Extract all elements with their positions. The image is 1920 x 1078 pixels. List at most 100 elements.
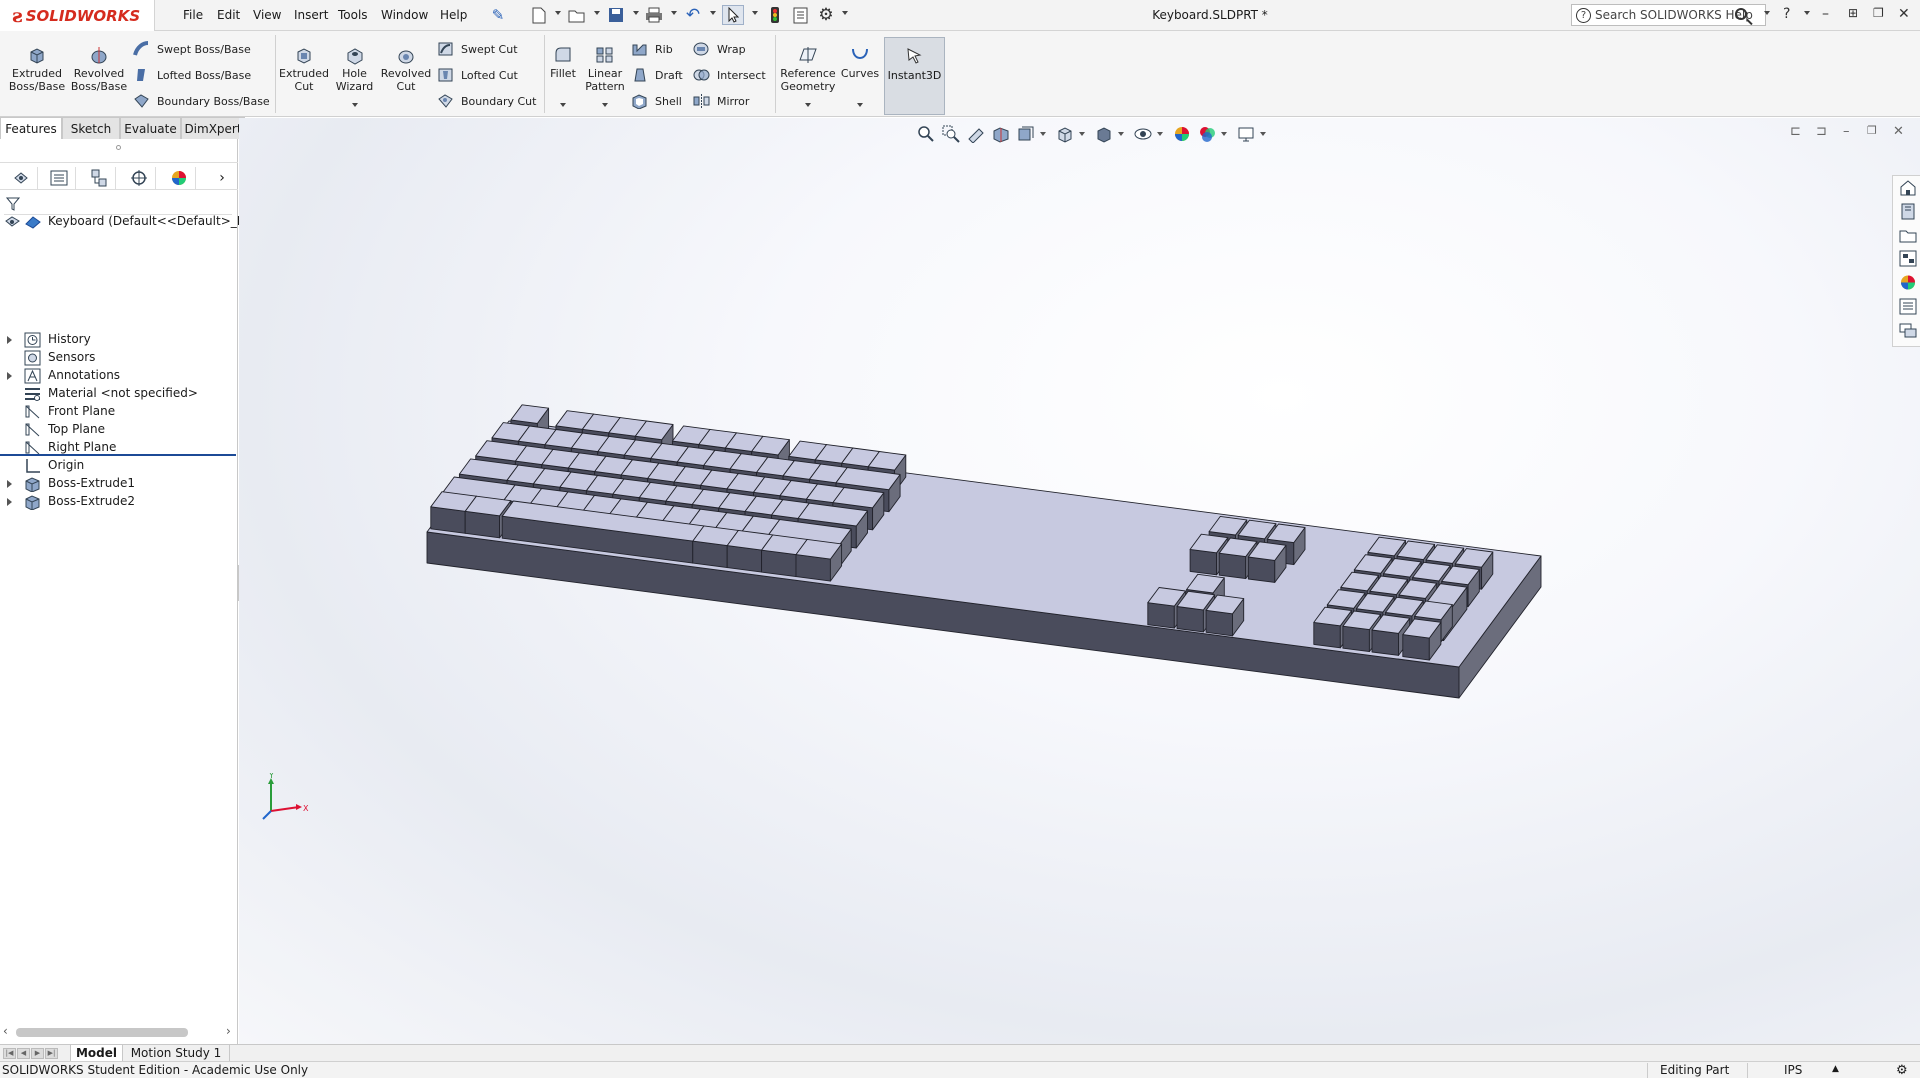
file-properties-icon[interactable] [789,5,811,25]
mirror-button[interactable]: Mirror [693,93,749,109]
scroll-left-icon[interactable]: ‹ [3,1024,8,1038]
viewport-collapse-left-icon[interactable]: ⊏ [1790,124,1801,139]
expand-arrow-icon[interactable] [7,372,12,380]
save-dropdown-icon[interactable] [633,11,639,15]
new-document-icon[interactable] [528,5,550,25]
extruded-boss-button[interactable]: Extruded Boss/Base [8,45,66,93]
tree-item-boss-extrude1[interactable]: Boss-Extrude1 [0,475,236,493]
design-library-icon[interactable] [1899,203,1917,220]
print-dropdown-icon[interactable] [671,11,677,15]
tab-motion-study-1[interactable]: Motion Study 1 [123,1045,230,1061]
rebuild-traffic-light-icon[interactable] [764,5,786,25]
shell-button[interactable]: Shell [631,93,682,109]
zoom-to-area-icon[interactable] [940,124,961,144]
scrollbar-thumb[interactable] [16,1028,188,1037]
tab-sketch[interactable]: Sketch [62,117,120,139]
graphics-area[interactable]: Y X [239,118,1920,1044]
status-bar-options-icon[interactable]: ⚙ [1896,1063,1908,1078]
dynamic-view-dropdown-icon[interactable] [1040,132,1046,136]
tree-item-top-plane[interactable]: Top Plane [0,421,236,439]
tab-model[interactable]: Model [70,1045,123,1061]
undo-dropdown-icon[interactable] [710,11,716,15]
reference-geometry-dropdown-icon[interactable] [805,103,811,107]
search-help-field[interactable]: ? Search SOLIDWORKS Help [1571,4,1766,26]
view-orientation-dropdown-icon[interactable] [1079,132,1085,136]
tab-evaluate[interactable]: Evaluate [120,117,181,139]
rib-button[interactable]: Rib [631,41,673,57]
new-dropdown-icon[interactable] [555,11,561,15]
instant3d-button[interactable]: Instant3D [884,37,945,115]
dynamic-annotation-view-icon[interactable] [1015,124,1036,144]
fillet-dropdown-icon[interactable] [560,103,566,107]
edit-appearance-icon[interactable] [1171,124,1192,144]
fillet-button[interactable]: Fillet [548,45,578,80]
display-manager-tab-icon[interactable] [162,167,196,189]
appearances-scenes-icon[interactable] [1899,274,1917,291]
view-orientation-icon[interactable] [1054,124,1075,144]
scroll-right-icon[interactable]: › [226,1024,231,1038]
print-icon[interactable] [643,5,665,25]
hole-wizard-button[interactable]: Hole Wizard [332,45,377,93]
custom-properties-icon[interactable] [1899,298,1917,315]
menu-view[interactable]: View [253,8,281,22]
tree-item-annotations[interactable]: Annotations [0,367,236,385]
open-folder-icon[interactable] [566,5,588,25]
expand-arrow-icon[interactable] [7,498,12,506]
hide-show-dropdown-icon[interactable] [1157,132,1163,136]
forum-icon[interactable] [1899,322,1917,339]
display-style-icon[interactable] [1093,124,1114,144]
units-up-icon[interactable]: ▲ [1832,1064,1839,1074]
tree-item-material[interactable]: Material <not specified> [0,385,236,403]
select-dropdown-icon[interactable] [752,11,758,15]
scene-dropdown-icon[interactable] [1221,132,1227,136]
help-icon[interactable]: ? [1783,6,1790,22]
tree-item-origin[interactable]: Origin [0,457,236,475]
restore-icon[interactable]: ❐ [1873,6,1884,20]
options-gear-icon[interactable]: ⚙ [815,5,837,25]
menu-help[interactable]: Help [440,8,467,22]
viewport-minimize-icon[interactable]: – [1843,124,1850,139]
tree-item-history[interactable]: History [0,331,236,349]
linear-pattern-button[interactable]: Linear Pattern [584,45,626,93]
pin-icon[interactable]: ✎ [487,5,509,25]
tile-windows-icon[interactable]: ⊞ [1848,6,1858,20]
tree-item-boss-extrude2[interactable]: Boss-Extrude2 [0,493,236,511]
previous-tab-icon[interactable]: ◀ [17,1048,30,1059]
save-icon[interactable] [605,5,627,25]
solidworks-logo[interactable]: ƨ SOLIDWORKS [0,0,155,31]
close-icon[interactable]: ✕ [1898,6,1910,22]
panel-grip-icon[interactable] [116,145,121,150]
menu-file[interactable]: File [183,8,203,22]
open-dropdown-icon[interactable] [594,11,600,15]
options-dropdown-icon[interactable] [842,11,848,15]
tree-item-front-plane[interactable]: Front Plane [0,403,236,421]
expand-tabs-icon[interactable]: › [212,167,232,189]
file-explorer-icon[interactable] [1899,227,1917,244]
select-pointer-icon[interactable] [722,5,744,25]
hole-wizard-dropdown-icon[interactable] [352,103,358,107]
view-palette-icon[interactable] [1899,250,1917,267]
tree-root-part[interactable]: Keyboard (Default<<Default>_Disp [0,213,263,231]
solidworks-resources-icon[interactable] [1899,179,1917,196]
reference-geometry-button[interactable]: Reference Geometry [778,45,838,93]
hide-show-items-icon[interactable] [1132,124,1153,144]
view-settings-dropdown-icon[interactable] [1260,132,1266,136]
lofted-cut-button[interactable]: Lofted Cut [437,67,518,83]
swept-cut-button[interactable]: Swept Cut [437,41,518,57]
curves-button[interactable]: Curves [840,45,880,80]
search-icon[interactable] [1735,8,1747,20]
help-dropdown-icon[interactable] [1804,11,1810,15]
section-view-icon[interactable] [990,124,1011,144]
previous-view-icon[interactable] [965,124,986,144]
next-tab-icon[interactable]: ▶ [31,1048,44,1059]
boundary-cut-button[interactable]: Boundary Cut [437,93,536,109]
zoom-to-fit-icon[interactable] [915,124,936,144]
intersect-button[interactable]: Intersect [693,67,766,83]
search-dropdown-icon[interactable] [1764,11,1770,15]
view-settings-icon[interactable] [1235,124,1256,144]
rollback-bar[interactable] [0,454,236,456]
minimize-icon[interactable]: – [1822,6,1829,22]
tab-features[interactable]: Features [0,117,62,139]
expand-arrow-icon[interactable] [7,336,12,344]
apply-scene-icon[interactable] [1196,124,1217,144]
